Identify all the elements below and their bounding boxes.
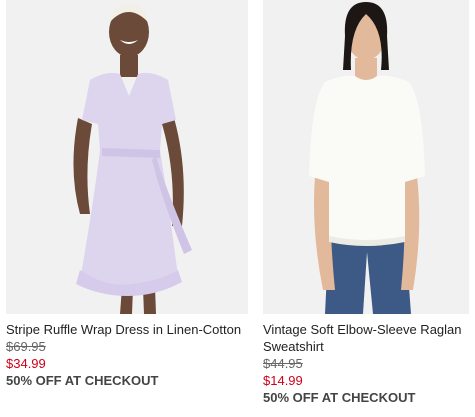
- product-info: Stripe Ruffle Wrap Dress in Linen-Cotton…: [6, 314, 248, 389]
- original-price: $44.95: [263, 356, 303, 371]
- product-card[interactable]: Stripe Ruffle Wrap Dress in Linen-Cotton…: [6, 0, 248, 389]
- product-name[interactable]: Vintage Soft Elbow-Sleeve Raglan Sweatsh…: [263, 321, 469, 355]
- product-name[interactable]: Stripe Ruffle Wrap Dress in Linen-Cotton: [6, 321, 248, 338]
- original-price: $69.95: [6, 339, 46, 354]
- product-info: Vintage Soft Elbow-Sleeve Raglan Sweatsh…: [263, 314, 469, 406]
- sale-price: $14.99: [263, 373, 303, 388]
- product-image[interactable]: [6, 0, 248, 314]
- product-card[interactable]: Vintage Soft Elbow-Sleeve Raglan Sweatsh…: [263, 0, 469, 406]
- product-grid: Stripe Ruffle Wrap Dress in Linen-Cotton…: [0, 0, 475, 417]
- woman-lavender-wrap-dress-photo: [6, 0, 248, 314]
- promo-text: 50% OFF AT CHECKOUT: [263, 390, 416, 405]
- sale-price: $34.99: [6, 356, 46, 371]
- woman-white-sweatshirt-jeans-photo: [263, 0, 469, 314]
- promo-text: 50% OFF AT CHECKOUT: [6, 373, 159, 388]
- product-image[interactable]: [263, 0, 469, 314]
